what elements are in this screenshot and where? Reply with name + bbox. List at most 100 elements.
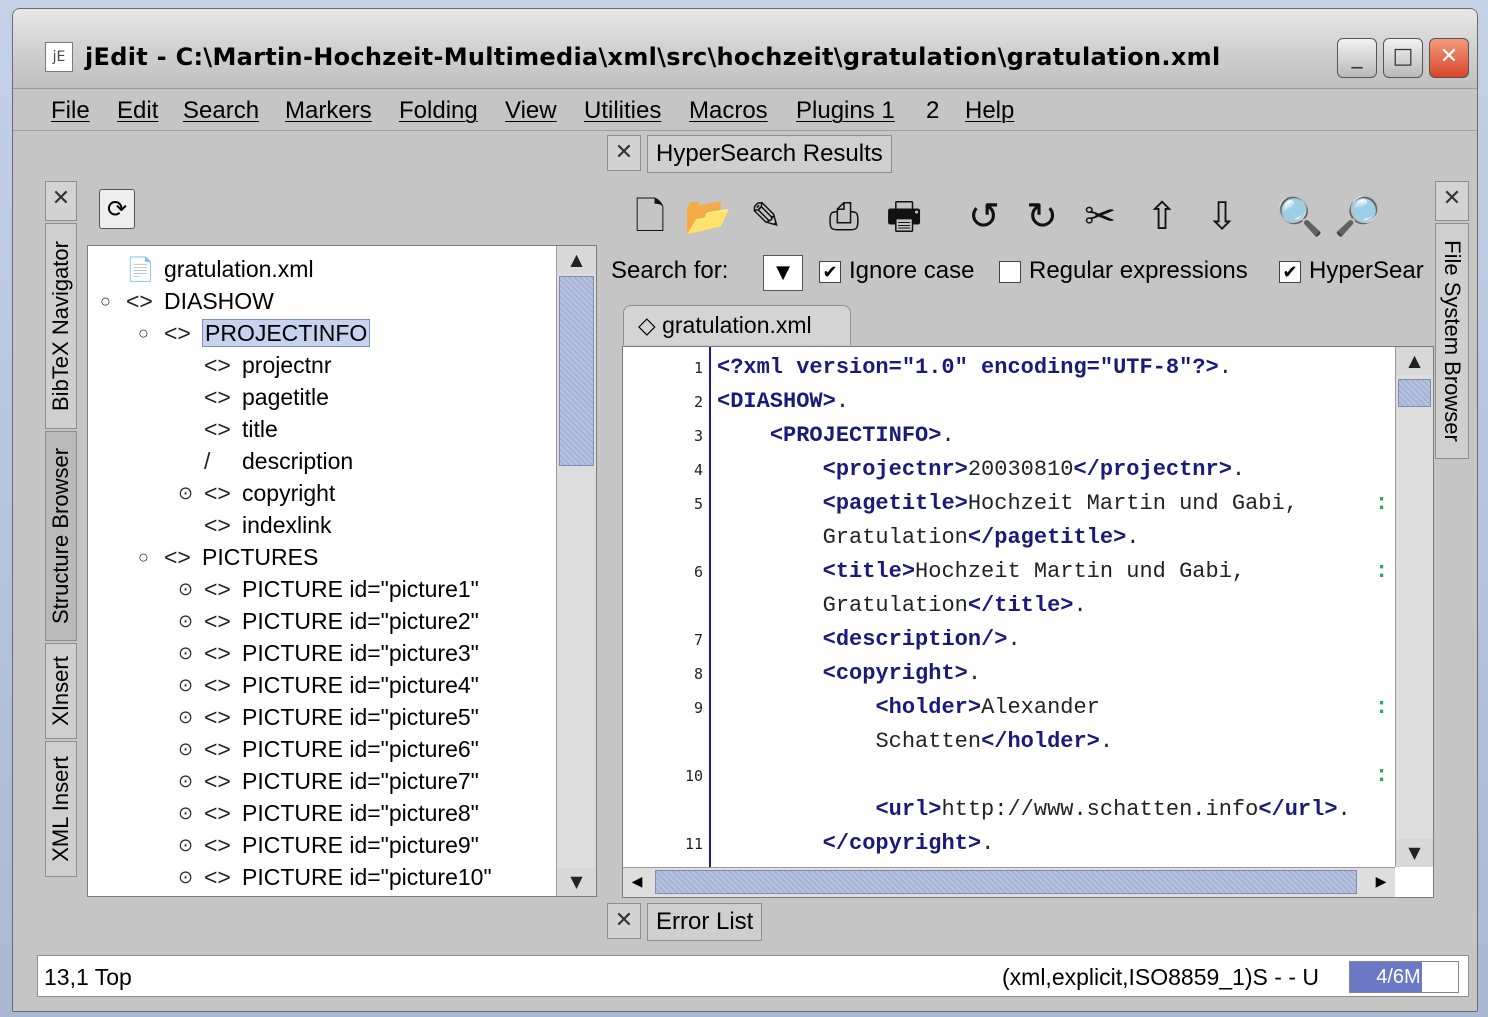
tab-xinsert[interactable]: XInsert [45,643,77,739]
left-dock-close-button[interactable]: ✕ [45,181,77,221]
menu-folding[interactable]: Folding [399,97,478,125]
refresh-icon[interactable]: ⟳ [99,189,135,229]
tree-node[interactable]: ⊙ <> PICTURE id="picture6" [178,734,479,766]
scroll-right-arrow[interactable]: ▶ [1367,868,1395,896]
menu-view[interactable]: View [505,97,557,125]
code-line: </copyright>. [717,831,995,856]
tree-node[interactable]: ○ <> PICTURES [138,542,318,574]
minimize-button[interactable]: _ [1337,38,1377,78]
ignore-case-option[interactable]: ✔ Ignore case [819,257,974,285]
tree-expander-icon[interactable]: ⊙ [178,574,193,604]
tree-node[interactable]: ⊙ <> PICTURE id="picture3" [178,638,479,670]
close-button[interactable]: ✕ [1429,38,1469,78]
tab-file-system-browser[interactable]: File System Browser [1435,223,1469,459]
regex-option[interactable]: Regular expressions [999,257,1248,285]
tree-expander-icon[interactable]: ○ [138,542,149,572]
tree-node[interactable]: ⊙ <> PICTURE id="picture10" [178,862,492,894]
tree-node[interactable]: ○ <> PROJECTINFO [138,318,371,350]
tree-node[interactable]: ⊙ <> PICTURE id="picture1" [178,574,479,606]
tree-node[interactable]: ⊙ <> PICTURE id="picture5" [178,702,479,734]
regex-checkbox[interactable] [999,260,1021,283]
editor-hscroll-thumb[interactable] [655,870,1357,894]
editor-scroll-down-arrow[interactable]: ▼ [1396,839,1433,867]
editor-scroll-up-arrow[interactable]: ▲ [1396,347,1433,375]
search-dropdown[interactable]: ▼ [763,255,803,291]
tree-expander-icon[interactable]: ○ [100,286,111,316]
maximize-button[interactable]: □ [1383,38,1423,78]
find-next-icon[interactable]: 🔎 [1333,191,1383,241]
tree-expander-icon[interactable]: ⊙ [178,606,193,636]
tree-expander-icon[interactable]: ⊙ [178,478,193,508]
tree-node[interactable]: / description [204,446,353,478]
memory-indicator[interactable]: 4/6Mb [1349,961,1459,993]
buffer-mode[interactable]: (xml,explicit,ISO8859_1)S - - U [1002,964,1319,991]
tree-expander-icon[interactable]: ⊙ [178,734,193,764]
tree-expander-icon[interactable]: ⊙ [178,702,193,732]
tree-expander-icon[interactable]: ⊙ [178,638,193,668]
tree-expander-icon[interactable]: ⊙ [178,766,193,796]
page-setup-icon[interactable]: 🖶 [879,191,929,241]
scroll-up-arrow[interactable]: ▲ [557,246,596,274]
tree-expander-icon[interactable]: ⊙ [178,862,193,892]
tree-node[interactable]: ⊙ <> PICTURE id="picture4" [178,670,479,702]
scroll-left-arrow[interactable]: ◀ [623,868,651,896]
structure-tree[interactable]: 📄 gratulation.xml ○ <> DIASHOW ○ <> PROJECTINFO… [87,245,597,897]
hypersearch-checkbox[interactable]: ✔ [1279,260,1301,283]
tab-gratulation-xml[interactable]: ◇ gratulation.xml [623,305,851,345]
find-icon[interactable]: 🔍 [1275,191,1325,241]
menu-edit[interactable]: Edit [117,97,158,125]
paste-icon[interactable]: ⇩ [1197,191,1247,241]
hypersearch-close-button[interactable]: ✕ [607,135,641,171]
tab-xml-insert[interactable]: XML Insert [45,741,77,877]
tree-scrollbar[interactable]: ▲ ▼ [556,246,596,896]
menu-help[interactable]: Help [965,97,1014,125]
tree-node[interactable]: ⊙ <> copyright [178,478,335,510]
tab-error-list[interactable]: Error List [647,903,763,941]
hypersearch-option[interactable]: ✔ HyperSear [1279,257,1424,285]
redo-icon[interactable]: ↻ [1017,191,1067,241]
cut-icon[interactable]: ✂ [1075,191,1125,241]
tree-expander-icon[interactable]: ⊙ [178,670,193,700]
tree-node[interactable]: 📄 gratulation.xml [126,254,314,286]
tree-node[interactable]: ○ <> DIASHOW [100,286,274,318]
error-list-close-button[interactable]: ✕ [607,903,641,939]
editor-scroll-thumb[interactable] [1398,379,1431,407]
menu-markers[interactable]: Markers [285,97,372,125]
text-editor[interactable]: 1 2 3 4 5 6 7 8 9 10 11 <?xml version="1.0" encodi… [622,346,1434,898]
tree-expander-icon[interactable]: ⊙ [178,798,193,828]
scroll-down-arrow[interactable]: ▼ [557,868,596,896]
tree-node[interactable]: <> projectnr [204,350,331,382]
editor-hscrollbar[interactable]: ◀ ▶ [623,867,1395,897]
tab-hypersearch-results[interactable]: HyperSearch Results [647,135,892,173]
edit-pencil-icon[interactable]: ✎ [741,191,791,241]
right-dock-close-button[interactable]: ✕ [1435,181,1469,221]
menu-search[interactable]: Search [183,97,259,125]
tree-node[interactable]: ⊙ <> PICTURE id="picture7" [178,766,479,798]
undo-icon[interactable]: ↺ [959,191,1009,241]
menu-utilities[interactable]: Utilities [584,97,661,125]
title-bar[interactable]: jE jEdit - C:\Martin-Hochzeit-Multimedia… [13,9,1477,89]
menu-macros[interactable]: Macros [689,97,768,125]
tree-node[interactable]: <> pagetitle [204,382,329,414]
new-file-icon[interactable]: 🗋 [625,191,675,241]
menu-file[interactable]: File [51,97,90,125]
tree-node[interactable]: ⊙ <> PICTURE id="picture9" [178,830,479,862]
editor-vscrollbar[interactable]: ▲ ▼ [1395,347,1433,867]
menu-plugins[interactable]: Plugins 1 [796,97,895,125]
code-text: Alexander [981,695,1100,720]
copy-icon[interactable]: ⇧ [1137,191,1187,241]
open-file-icon[interactable]: 📂 [683,191,733,241]
tab-bibtex-navigator[interactable]: BibTeX Navigator [45,223,77,429]
tree-node[interactable]: <> title [204,414,278,446]
tree-expander-icon[interactable]: ○ [138,318,149,348]
tree-expander-icon[interactable]: ⊙ [178,830,193,860]
scroll-thumb[interactable] [559,276,594,466]
code-text: http://www.schatten.info [941,797,1259,822]
ignore-case-checkbox[interactable]: ✔ [819,260,841,283]
menu-plugins-2[interactable]: 2 [926,97,939,125]
print-icon[interactable]: ⎙ [819,191,869,241]
tab-structure-browser[interactable]: Structure Browser [45,431,77,641]
tree-node[interactable]: ⊙ <> PICTURE id="picture2" [178,606,479,638]
tree-node[interactable]: <> indexlink [204,510,332,542]
tree-node[interactable]: ⊙ <> PICTURE id="picture8" [178,798,479,830]
